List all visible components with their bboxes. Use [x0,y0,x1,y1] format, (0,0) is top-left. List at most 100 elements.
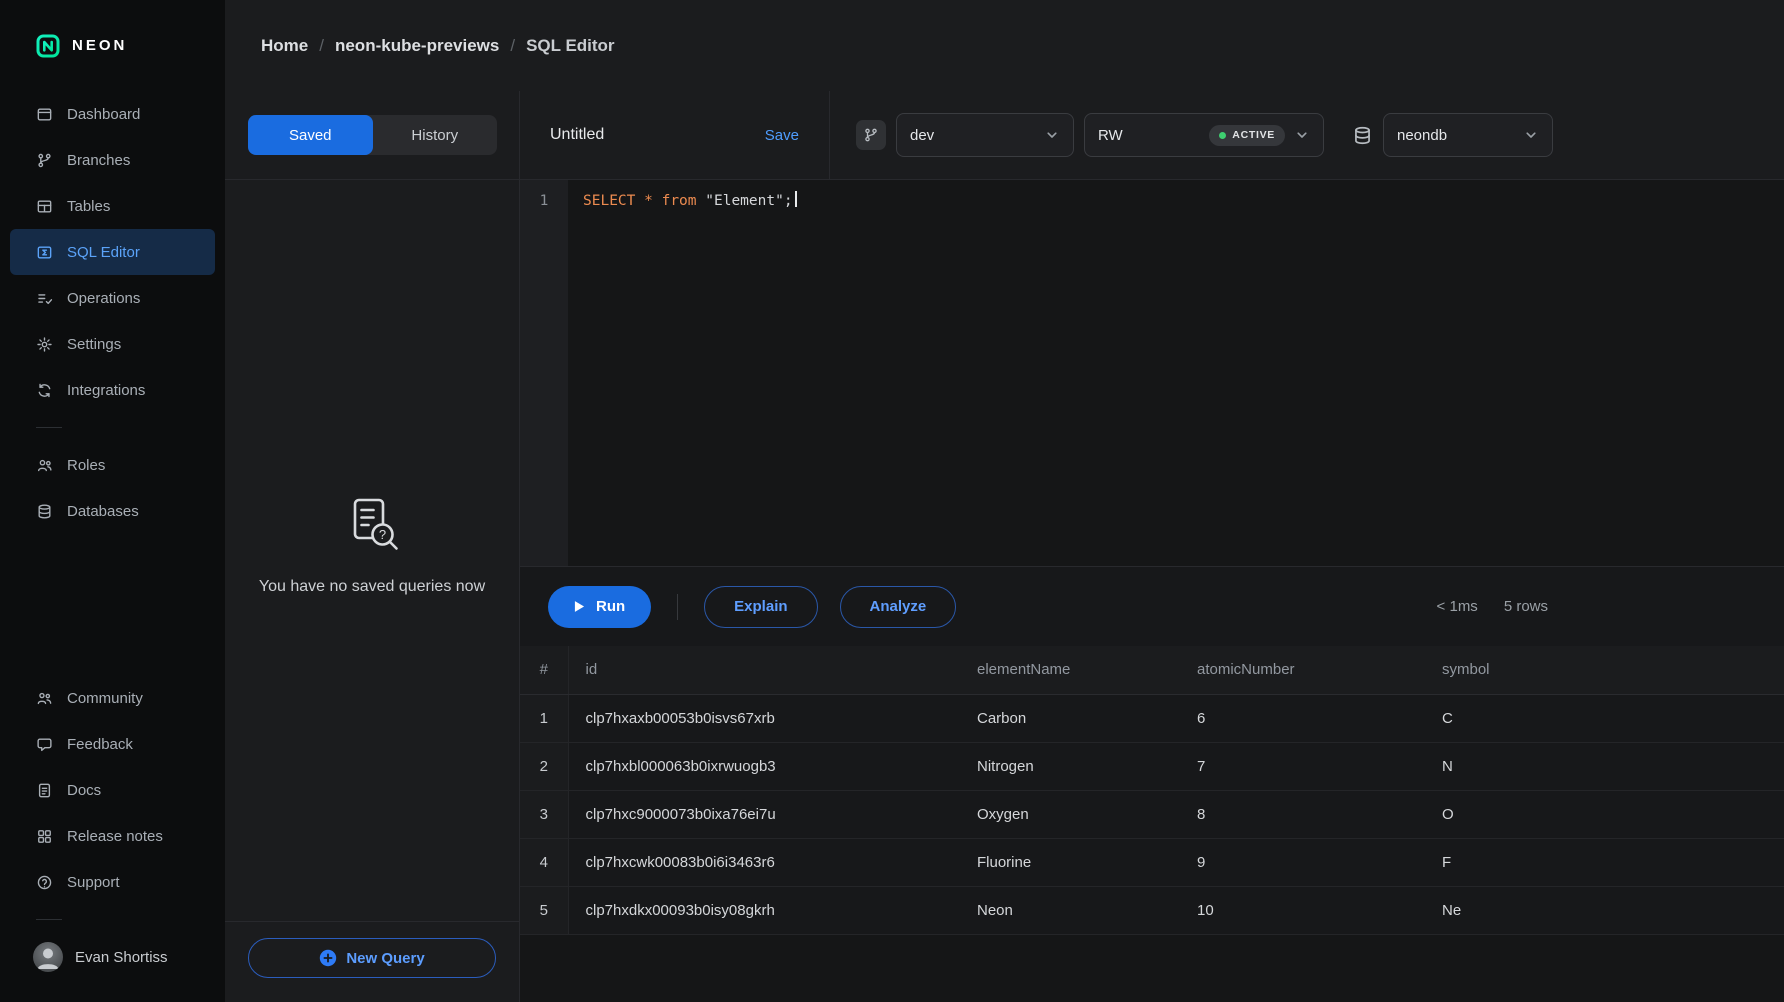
databases-icon [36,503,53,520]
table-row[interactable]: 3clp7hxc9000073b0ixa76ei7uOxygen8O [520,790,1784,838]
primary-nav: Dashboard BranchesTables SQL Editor Operati… [0,91,225,413]
column-header-elementName: elementName [960,646,1180,694]
breadcrumb-separator: / [319,36,324,56]
sidebar-spacer [0,534,225,675]
status-badge-label: ACTIVE [1232,129,1275,141]
empty-state-text: You have no saved queries now [259,578,485,596]
query-stats: < 1ms 5 rows [1437,598,1784,615]
breadcrumb-separator: / [510,36,515,56]
column-header-row-number: # [520,646,568,694]
sidebar-item-databases[interactable]: Databases [10,488,215,534]
database-icon [1352,125,1373,146]
saved-panel-footer: New Query [225,921,519,1002]
sidebar-item-feedback[interactable]: Feedback [10,721,215,767]
code-token: "Element" [705,193,784,209]
table-cell: Neon [960,886,1180,934]
results-header-row: #idelementNameatomicNumbersymbol [520,646,1784,694]
tab-history[interactable]: History [373,115,498,155]
editor-toolbar: Saved History Untitled Save dev [225,91,1784,180]
results-body: 1clp7hxaxb00053b0isvs67xrbCarbon6C2clp7h… [520,694,1784,934]
sidebar-item-label: Feedback [67,736,133,753]
dashboard-icon [36,106,53,123]
code-token: * [644,193,653,209]
table-cell: O [1425,790,1784,838]
table-row[interactable]: 4clp7hxcwk00083b0i6i3463r6Fluorine9F [520,838,1784,886]
sidebar-item-integrations[interactable]: Integrations [10,367,215,413]
editor-column: 1 SELECT * from "Element"; Run Explain A… [520,180,1784,1002]
table-row[interactable]: 2clp7hxbl000063b0ixrwuogb3Nitrogen7N [520,742,1784,790]
branch-select[interactable]: dev [896,113,1074,157]
code-token: SELECT [583,193,635,209]
table-cell: 8 [1180,790,1425,838]
breadcrumb-home[interactable]: Home [261,36,308,56]
chevron-down-icon [1044,127,1060,143]
sidebar-item-support[interactable]: Support [10,859,215,905]
sidebar-item-label: Dashboard [67,106,140,123]
app-root: NEON Dashboard BranchesTables SQL Editor Op… [0,0,1784,1002]
database-select-value: neondb [1397,127,1447,144]
workspace: ? You have no saved queries now New Quer… [225,180,1784,1002]
table-cell: 3 [520,790,568,838]
branches-icon [36,152,53,169]
table-cell: 6 [1180,694,1425,742]
sidebar-item-tables[interactable]: Tables [10,183,215,229]
sidebar-item-label: Databases [67,503,139,520]
table-cell: Oxygen [960,790,1180,838]
neon-logo-icon [36,34,60,58]
status-badge: ACTIVE [1209,125,1285,146]
table-row[interactable]: 5clp7hxdkx00093b0isy08gkrhNeon10Ne [520,886,1784,934]
sidebar-item-label: Integrations [67,382,145,399]
breadcrumb-project[interactable]: neon-kube-previews [335,36,499,56]
docs-icon [36,782,53,799]
sidebar-item-dashboard[interactable]: Dashboard [10,91,215,137]
chevron-down-icon [1523,127,1539,143]
saved-history-toggle: Saved History [248,115,497,155]
user-menu[interactable]: Evan Shortiss [0,934,225,980]
avatar [33,942,63,972]
column-header-symbol: symbol [1425,646,1784,694]
query-duration: < 1ms [1437,598,1478,615]
nav-divider [36,427,62,428]
release-notes-icon [36,828,53,845]
sidebar-item-operations[interactable]: Operations [10,275,215,321]
play-icon [574,600,585,613]
table-cell: N [1425,742,1784,790]
run-button[interactable]: Run [548,586,651,628]
line-number: 1 [540,193,549,209]
community-icon [36,690,53,707]
neon-logo[interactable]: NEON [0,0,225,91]
sidebar-item-release-notes[interactable]: Release notes [10,813,215,859]
database-select[interactable]: neondb [1383,113,1553,157]
roles-icon [36,457,53,474]
analyze-button[interactable]: Analyze [840,586,957,628]
integrations-icon [36,382,53,399]
table-cell: 5 [520,886,568,934]
active-status-dot [1219,132,1226,139]
code-token [653,193,662,209]
sidebar-item-settings[interactable]: Settings [10,321,215,367]
column-header-id: id [568,646,960,694]
results-empty-area [520,935,1784,1002]
compute-select[interactable]: RW ACTIVE [1084,113,1324,157]
table-cell: 4 [520,838,568,886]
tab-saved[interactable]: Saved [248,115,373,155]
table-cell: Carbon [960,694,1180,742]
table-cell: 10 [1180,886,1425,934]
explain-button[interactable]: Explain [704,586,817,628]
main-area: Home / neon-kube-previews / SQL Editor S… [225,0,1784,1002]
sidebar-item-label: Roles [67,457,105,474]
sidebar-item-docs[interactable]: Docs [10,767,215,813]
sidebar-item-roles[interactable]: Roles [10,442,215,488]
sidebar-item-label: Operations [67,290,140,307]
new-query-button[interactable]: New Query [248,938,496,978]
save-button[interactable]: Save [765,127,799,144]
sql-editor[interactable]: 1 SELECT * from "Element"; [520,180,1784,566]
table-cell: clp7hxcwk00083b0i6i3463r6 [568,838,960,886]
sidebar-item-community[interactable]: Community [10,675,215,721]
sidebar-item-branches[interactable]: Branches [10,137,215,183]
query-tabs-section: Saved History [225,91,520,179]
sidebar-item-sql-editor[interactable]: SQL Editor [10,229,215,275]
operations-icon [36,290,53,307]
sidebar-item-label: SQL Editor [67,244,140,261]
table-row[interactable]: 1clp7hxaxb00053b0isvs67xrbCarbon6C [520,694,1784,742]
